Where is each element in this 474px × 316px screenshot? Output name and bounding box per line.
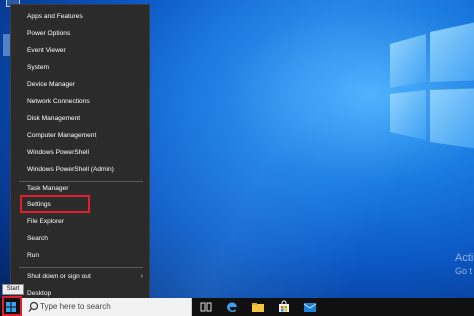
menu-item-label: Desktop (27, 290, 52, 297)
activation-watermark: Acti (455, 252, 474, 264)
search-placeholder: Type here to search (40, 302, 111, 311)
menu-item-label: Search (27, 235, 48, 242)
windows-logo-wallpaper (390, 22, 474, 149)
menu-item-device-manager[interactable]: Device Manager (11, 77, 149, 93)
menu-item-label: File Explorer (27, 218, 65, 225)
menu-item-disk-management[interactable]: Disk Management (11, 111, 149, 127)
activation-watermark-sub: Go t (455, 266, 473, 276)
settings-highlight-box (20, 195, 90, 213)
menu-item-network-connections[interactable]: Network Connections (11, 94, 149, 110)
menu-item-label: Event Viewer (27, 47, 66, 54)
search-icon (28, 301, 39, 312)
menu-item-label: Power Options (27, 30, 71, 37)
chevron-right-icon: › (140, 273, 143, 280)
menu-item-apps-and-features[interactable]: Apps and Features (11, 9, 149, 25)
menu-item-windows-powershell[interactable]: Windows PowerShell (11, 145, 149, 161)
menu-item-event-viewer[interactable]: Event Viewer (11, 43, 149, 59)
menu-item-power-options[interactable]: Power Options (11, 26, 149, 42)
menu-item-label: Shut down or sign out (27, 273, 91, 280)
store-icon[interactable] (277, 300, 291, 314)
power-user-menu: Apps and Features Power Options Event Vi… (10, 4, 150, 302)
file-explorer-icon[interactable] (251, 300, 265, 314)
menu-item-label: Apps and Features (27, 13, 83, 20)
mail-icon[interactable] (303, 300, 317, 314)
menu-item-label: Computer Management (27, 132, 97, 139)
task-view-icon[interactable] (199, 300, 213, 314)
menu-item-system[interactable]: System (11, 60, 149, 76)
menu-item-label: Task Manager (27, 185, 69, 192)
menu-item-label: Run (27, 252, 40, 259)
menu-item-windows-powershell-admin[interactable]: Windows PowerShell (Admin) (11, 162, 149, 178)
menu-item-computer-management[interactable]: Computer Management (11, 128, 149, 144)
start-highlight-box (2, 296, 22, 316)
menu-divider (19, 267, 143, 268)
menu-item-search[interactable]: Search (11, 231, 149, 247)
menu-item-label: Disk Management (27, 115, 81, 122)
menu-item-label: Windows PowerShell (27, 149, 89, 156)
menu-item-shut-down-or-sign-out[interactable]: Shut down or sign out › (11, 269, 149, 285)
menu-item-label: Network Connections (27, 98, 90, 105)
menu-item-label: System (27, 64, 49, 71)
menu-item-label: Device Manager (27, 81, 76, 88)
menu-item-run[interactable]: Run (11, 248, 149, 264)
menu-item-file-explorer[interactable]: File Explorer (11, 214, 149, 230)
menu-item-label: Windows PowerShell (Admin) (27, 166, 114, 173)
edge-icon[interactable] (225, 300, 239, 314)
start-tooltip: Start (2, 284, 24, 295)
